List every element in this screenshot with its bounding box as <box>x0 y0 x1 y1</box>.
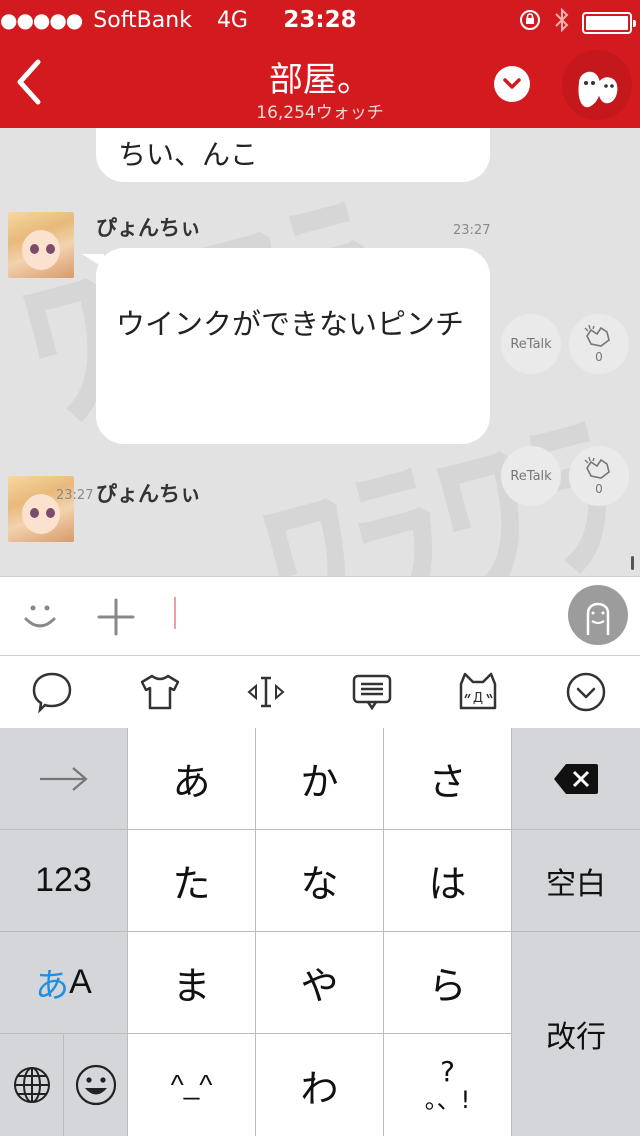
space-key[interactable]: 空白 <box>512 830 640 931</box>
message-input-bar <box>0 576 640 656</box>
chevron-down-circle-icon <box>566 672 606 712</box>
message-input[interactable] <box>174 597 176 629</box>
clap-button[interactable]: 0 <box>569 314 629 374</box>
page-title: 部屋。 <box>269 60 371 100</box>
globe-icon <box>13 1067 50 1103</box>
number-mode-label: 123 <box>35 861 92 899</box>
delete-key[interactable] <box>512 728 640 829</box>
chat-area[interactable]: ﾜﾗﾜﾗ ﾜﾗﾜﾗ ちい、んこ ぴょんちぃ 23:27 ウインクができないピンチ… <box>0 128 640 576</box>
kaomoji-label: ^_^ <box>170 1069 213 1100</box>
tshirt-icon <box>140 674 180 710</box>
message-icon <box>352 674 392 711</box>
talk-mode-button[interactable] <box>28 668 76 716</box>
message-timestamp: 23:27 <box>56 488 94 503</box>
clap-count: 0 <box>595 482 603 496</box>
alpha-mode-label: A <box>69 963 92 1001</box>
kaomoji-button[interactable]: Д <box>454 668 502 716</box>
retalk-button[interactable]: ReTalk <box>501 446 561 506</box>
close-keyboard-button[interactable] <box>562 668 610 716</box>
ghost-mascot-icon <box>578 71 618 108</box>
kana-mode-label: あ <box>35 966 70 1006</box>
header: ●●●●● SoftBank 4G 23:28 部屋。 16,254ウォッチ <box>0 0 640 128</box>
emoji-button[interactable] <box>20 597 60 637</box>
key-na[interactable]: な <box>256 830 383 931</box>
retalk-label: ReTalk <box>510 336 552 352</box>
number-mode-key[interactable]: 123 <box>0 830 127 931</box>
scrollbar[interactable] <box>631 556 634 570</box>
speech-bubble-icon <box>32 672 72 714</box>
clap-count: 0 <box>595 350 603 364</box>
post-as-avatar-button[interactable] <box>568 585 628 645</box>
clap-icon <box>584 456 610 479</box>
key-wa[interactable]: わ <box>256 1034 383 1136</box>
plus-icon <box>97 598 135 636</box>
arrow-right-icon <box>39 766 88 791</box>
avatar[interactable] <box>8 212 74 278</box>
key-sa[interactable]: さ <box>384 728 511 829</box>
punctuation-key[interactable]: ? 。、! <box>384 1034 511 1136</box>
input-mode-key[interactable]: あA <box>0 932 127 1033</box>
message-timestamp: 23:27 <box>453 223 491 238</box>
rotation-lock-icon <box>518 8 542 38</box>
key-a[interactable]: あ <box>128 728 255 829</box>
battery-icon <box>582 12 636 34</box>
add-attachment-button[interactable] <box>96 597 136 637</box>
key-ta[interactable]: た <box>128 830 255 931</box>
room-members-button[interactable] <box>562 50 632 120</box>
clap-icon <box>584 324 610 347</box>
keyboard: あ か さ 123 た な は 空白 あA ま や ら 改行 ^_^ わ ? 。… <box>0 728 640 1136</box>
smiley-icon <box>24 605 56 628</box>
message-text: ちい、んこ <box>118 138 259 171</box>
avatar[interactable] <box>8 476 74 542</box>
return-key[interactable]: 改行 <box>512 932 640 1136</box>
cursor-move-button[interactable] <box>242 668 290 716</box>
punctuation-label-bottom: 。、! <box>424 1086 471 1114</box>
globe-key[interactable] <box>0 1034 63 1136</box>
ghost-avatar-icon <box>586 602 610 635</box>
retalk-button[interactable]: ReTalk <box>501 314 561 374</box>
chevron-down-icon <box>503 78 521 89</box>
watch-count: 16,254ウォッチ <box>256 103 384 123</box>
next-candidate-key[interactable] <box>0 728 127 829</box>
message-bubble[interactable]: ちい、んこ <box>96 128 490 182</box>
cat-face-icon: Д <box>459 672 497 710</box>
key-ma[interactable]: ま <box>128 932 255 1033</box>
smiley-icon <box>75 1064 116 1106</box>
keyboard-toolbar: Д <box>0 656 640 728</box>
message-text: ウインクができないピンチ <box>116 307 465 341</box>
text-cursor-icon <box>247 676 285 708</box>
skin-button[interactable] <box>136 668 184 716</box>
backspace-icon <box>554 763 598 794</box>
room-menu-button[interactable] <box>494 66 530 102</box>
key-ra[interactable]: ら <box>384 932 511 1033</box>
kaomoji-key[interactable]: ^_^ <box>128 1034 255 1136</box>
retalk-label: ReTalk <box>510 468 552 484</box>
username[interactable]: ぴょんちぃ <box>96 212 201 242</box>
username[interactable]: ぴょんちぃ <box>96 478 201 508</box>
key-ka[interactable]: か <box>256 728 383 829</box>
status-icons <box>518 7 636 39</box>
status-bar: ●●●●● SoftBank 4G 23:28 <box>0 0 640 40</box>
clap-button[interactable]: 0 <box>569 446 629 506</box>
svg-text:Д: Д <box>473 691 483 706</box>
emoji-key[interactable] <box>64 1034 127 1136</box>
bluetooth-icon <box>554 7 570 39</box>
key-ha[interactable]: は <box>384 830 511 931</box>
punctuation-label-top: ? <box>440 1055 455 1088</box>
key-ya[interactable]: や <box>256 932 383 1033</box>
message-bubble[interactable]: ウインクができないピンチ <box>82 248 490 444</box>
stamp-button[interactable] <box>348 668 396 716</box>
